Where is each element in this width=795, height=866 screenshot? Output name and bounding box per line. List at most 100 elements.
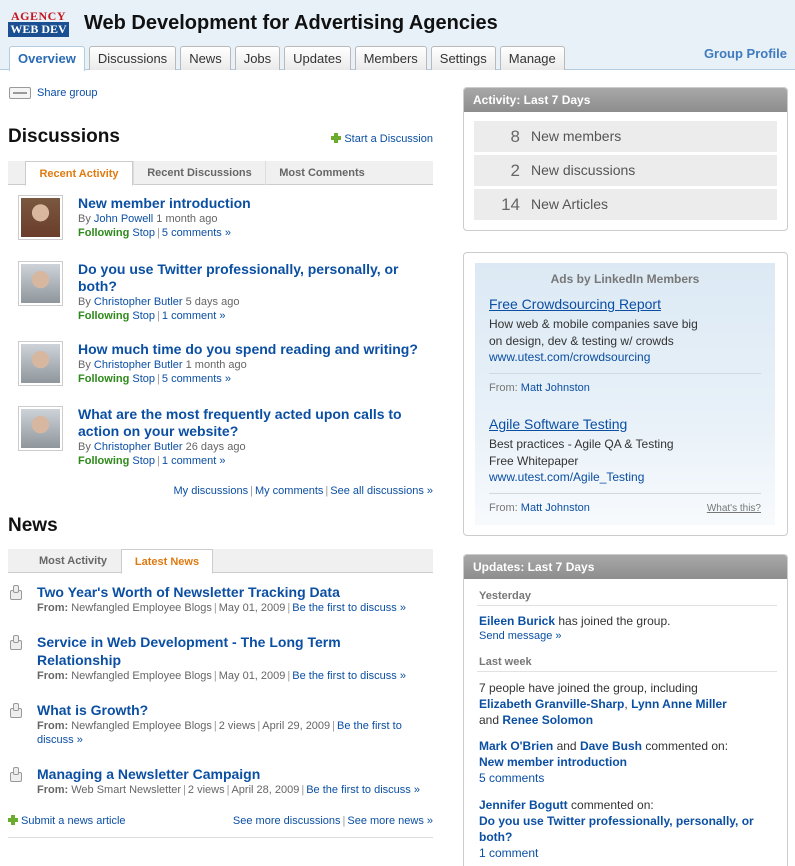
member-link[interactable]: Elizabeth Granville-Sharp bbox=[479, 697, 624, 711]
start-discussion-link[interactable]: Start a Discussion bbox=[344, 133, 433, 145]
ad-from-link[interactable]: Matt Johnston bbox=[521, 382, 590, 394]
stat-new-articles[interactable]: 14 New Articles bbox=[474, 189, 777, 220]
news-views: 2 views bbox=[218, 720, 256, 732]
ad-title[interactable]: Agile Software Testing bbox=[489, 416, 627, 432]
news-title[interactable]: What is Growth? bbox=[37, 701, 427, 719]
comments-link[interactable]: 5 comments bbox=[479, 771, 544, 785]
member-link[interactable]: Jennifer Bogutt bbox=[479, 798, 568, 812]
discuss-link[interactable]: Be the first to bbox=[337, 720, 402, 732]
member-link[interactable]: Renee Solomon bbox=[502, 713, 593, 727]
start-discussion[interactable]: Start a Discussion bbox=[331, 133, 433, 145]
whats-this-link[interactable]: What's this? bbox=[707, 503, 761, 514]
avatar[interactable] bbox=[18, 341, 63, 386]
ad-line: How web & mobile companies save big bbox=[489, 317, 698, 331]
news-source: Web Smart Newsletter bbox=[71, 784, 182, 796]
stat-new-discussions[interactable]: 2 New discussions bbox=[474, 155, 777, 186]
stop-link[interactable]: Stop bbox=[132, 373, 155, 385]
update-joined: Eileen Burick has joined the group. bbox=[479, 613, 779, 629]
from-label: From: bbox=[37, 602, 69, 614]
stat-number: 2 bbox=[510, 161, 520, 180]
tab-latest-news[interactable]: Latest News bbox=[121, 549, 213, 574]
member-link[interactable]: Dave Bush bbox=[580, 739, 642, 753]
news-title[interactable]: Two Year's Worth of Newsletter Tracking … bbox=[37, 583, 427, 601]
tab-members[interactable]: Members bbox=[354, 46, 427, 70]
tab-overview[interactable]: Overview bbox=[9, 46, 85, 71]
stop-link[interactable]: Stop bbox=[132, 310, 155, 322]
news-title[interactable]: Managing a Newsletter Campaign bbox=[37, 765, 427, 783]
group-profile-link[interactable]: Group Profile bbox=[704, 46, 787, 61]
ad-title[interactable]: Free Crowdsourcing Report bbox=[489, 296, 661, 312]
following-label: Following bbox=[78, 373, 130, 385]
member-link[interactable]: Eileen Burick bbox=[479, 614, 555, 628]
avatar[interactable] bbox=[18, 261, 63, 306]
stop-link[interactable]: Stop bbox=[132, 455, 155, 467]
update-comment: Mark O'Brien and Dave Bush commented on:… bbox=[479, 738, 779, 786]
discussion-link[interactable]: Do you use Twitter professionally, perso… bbox=[479, 814, 754, 844]
tab-manage[interactable]: Manage bbox=[499, 46, 565, 70]
avatar[interactable] bbox=[18, 406, 63, 451]
tab-updates[interactable]: Updates bbox=[284, 46, 351, 70]
my-comments-link[interactable]: My comments bbox=[255, 485, 323, 497]
logo-text-top: AGENCY bbox=[10, 9, 66, 23]
member-link[interactable]: Lynn Anne Miller bbox=[631, 697, 727, 711]
thumbs-up-icon[interactable] bbox=[8, 635, 22, 650]
tab-most-comments[interactable]: Most Comments bbox=[265, 161, 378, 185]
ad-from-link[interactable]: Matt Johnston bbox=[521, 502, 590, 514]
comments-link[interactable]: 1 comment bbox=[479, 846, 538, 860]
discussion-title[interactable]: What are the most frequently acted upon … bbox=[78, 406, 433, 440]
share-group-link[interactable]: Share group bbox=[37, 87, 98, 99]
discuss-link-cont[interactable]: discuss » bbox=[37, 734, 83, 746]
yesterday-label: Yesterday bbox=[479, 590, 531, 602]
stop-link[interactable]: Stop bbox=[132, 227, 155, 239]
tab-settings[interactable]: Settings bbox=[430, 46, 496, 70]
tab-recent-activity[interactable]: Recent Activity bbox=[25, 161, 133, 186]
send-message-link[interactable]: Send message » bbox=[479, 630, 562, 642]
tab-recent-discussions[interactable]: Recent Discussions bbox=[133, 161, 265, 185]
see-all-discussions-link[interactable]: See all discussions » bbox=[330, 485, 433, 497]
from-label: From: bbox=[37, 784, 69, 796]
discussion-title[interactable]: Do you use Twitter professionally, perso… bbox=[78, 261, 433, 295]
ad-line: Best practices - Agile QA & Testing bbox=[489, 437, 674, 451]
author-link[interactable]: Christopher Butler bbox=[94, 296, 183, 308]
avatar[interactable] bbox=[18, 195, 63, 240]
tab-news[interactable]: News bbox=[180, 46, 231, 70]
see-more-news-link[interactable]: See more news » bbox=[347, 815, 433, 827]
submit-news-link[interactable]: Submit a news article bbox=[21, 815, 126, 827]
share-group[interactable]: Share group bbox=[9, 87, 98, 99]
news-date: April 29, 2009 bbox=[262, 720, 331, 732]
divider bbox=[489, 493, 761, 494]
tab-discussions[interactable]: Discussions bbox=[88, 46, 177, 70]
from-label: From: bbox=[37, 670, 69, 682]
last-week-label: Last week bbox=[479, 656, 532, 668]
author-link[interactable]: Christopher Butler bbox=[94, 359, 183, 371]
news-title[interactable]: Service in Web Development - The Long Te… bbox=[37, 633, 427, 669]
author-link[interactable]: Christopher Butler bbox=[94, 441, 183, 453]
tab-jobs[interactable]: Jobs bbox=[234, 46, 281, 70]
tab-most-activity[interactable]: Most Activity bbox=[25, 549, 121, 573]
ad-url[interactable]: www.utest.com/crowdsourcing bbox=[489, 350, 650, 364]
thumbs-up-icon[interactable] bbox=[8, 585, 22, 600]
ad-url[interactable]: www.utest.com/Agile_Testing bbox=[489, 470, 644, 484]
comments-link[interactable]: 1 comment » bbox=[162, 455, 226, 467]
discussion-title[interactable]: How much time do you spend reading and w… bbox=[78, 341, 433, 358]
author-link[interactable]: John Powell bbox=[94, 213, 153, 225]
divider bbox=[8, 837, 433, 838]
comments-link[interactable]: 5 comments » bbox=[162, 227, 231, 239]
discuss-link[interactable]: Be the first to discuss » bbox=[292, 670, 406, 682]
thumbs-up-icon[interactable] bbox=[8, 703, 22, 718]
stat-number: 8 bbox=[510, 127, 520, 146]
discuss-link[interactable]: Be the first to discuss » bbox=[306, 784, 420, 796]
update-text: and bbox=[556, 739, 577, 753]
member-link[interactable]: Mark O'Brien bbox=[479, 739, 553, 753]
thumbs-up-icon[interactable] bbox=[8, 767, 22, 782]
comments-link[interactable]: 1 comment » bbox=[162, 310, 226, 322]
my-discussions-link[interactable]: My discussions bbox=[174, 485, 249, 497]
group-logo[interactable]: AGENCY WEB DEV bbox=[8, 10, 69, 38]
stat-new-members[interactable]: 8 New members bbox=[474, 121, 777, 152]
comments-link[interactable]: 5 comments » bbox=[162, 373, 231, 385]
see-more-discussions-link[interactable]: See more discussions bbox=[233, 815, 341, 827]
discussion-title[interactable]: New member introduction bbox=[78, 195, 433, 212]
news-source: Newfangled Employee Blogs bbox=[71, 720, 212, 732]
discuss-link[interactable]: Be the first to discuss » bbox=[292, 602, 406, 614]
discussion-link[interactable]: New member introduction bbox=[479, 755, 627, 769]
